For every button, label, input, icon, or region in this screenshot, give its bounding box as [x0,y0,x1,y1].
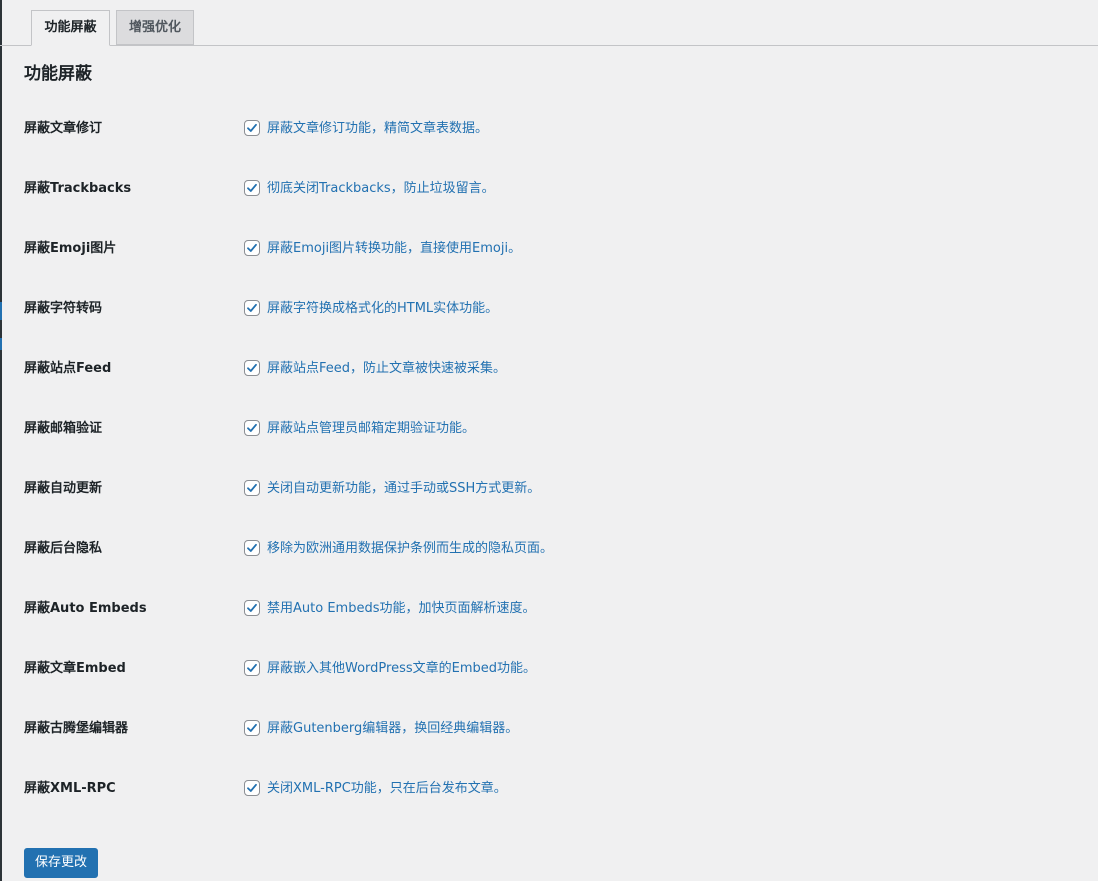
checkmark-icon [247,543,257,552]
checkmark-icon [247,123,257,132]
setting-description[interactable]: 移除为欧洲通用数据保护条例而生成的隐私页面。 [267,539,553,559]
setting-label: 屏蔽XML-RPC [24,781,116,796]
setting-row-privacy: 屏蔽后台隐私 移除为欧洲通用数据保护条例而生成的隐私页面。 [0,537,1098,561]
setting-row-char-encoding: 屏蔽字符转码 屏蔽字符换成格式化的HTML实体功能。 [0,297,1098,321]
checkmark-icon [247,783,257,792]
setting-checkbox[interactable] [244,360,260,376]
setting-row-post-embed: 屏蔽文章Embed 屏蔽嵌入其他WordPress文章的Embed功能。 [0,657,1098,681]
tab-label: 功能屏蔽 [44,20,97,35]
tab-label: 增强优化 [128,20,181,35]
setting-label: 屏蔽站点Feed [24,361,112,376]
setting-checkbox[interactable] [244,240,260,256]
setting-checkbox[interactable] [244,420,260,436]
setting-checkbox[interactable] [244,300,260,316]
setting-description[interactable]: 关闭自动更新功能，通过手动或SSH方式更新。 [267,479,540,499]
setting-description[interactable]: 屏蔽Emoji图片转换功能，直接使用Emoji。 [267,239,521,259]
setting-description[interactable]: 屏蔽站点Feed，防止文章被快速被采集。 [267,359,506,379]
setting-row-trackbacks: 屏蔽Trackbacks 彻底关闭Trackbacks，防止垃圾留言。 [0,177,1098,201]
setting-description[interactable]: 关闭XML-RPC功能，只在后台发布文章。 [267,779,507,799]
tab-function-block[interactable]: 功能屏蔽 [31,10,110,46]
save-changes-button[interactable]: 保存更改 [24,848,98,878]
setting-label: 屏蔽后台隐私 [24,541,103,556]
checkmark-icon [247,603,257,612]
checkmark-icon [247,303,257,312]
checkmark-icon [247,723,257,732]
setting-checkbox[interactable] [244,480,260,496]
setting-row-auto-embeds: 屏蔽Auto Embeds 禁用Auto Embeds功能，加快页面解析速度。 [0,597,1098,621]
checkmark-icon [247,423,257,432]
setting-row-emoji: 屏蔽Emoji图片 屏蔽Emoji图片转换功能，直接使用Emoji。 [0,237,1098,261]
setting-label: 屏蔽字符转码 [24,301,103,316]
setting-description[interactable]: 屏蔽Gutenberg编辑器，换回经典编辑器。 [267,719,518,739]
checkmark-icon [247,663,257,672]
settings-tabs: 功能屏蔽 增强优化 [0,0,1098,46]
tab-baseline [0,45,1098,46]
menu-indicator [0,338,2,350]
setting-label: 屏蔽古腾堡编辑器 [24,721,129,736]
setting-checkbox[interactable] [244,660,260,676]
setting-label: 屏蔽邮箱验证 [24,421,103,436]
setting-checkbox[interactable] [244,180,260,196]
setting-label: 屏蔽自动更新 [24,481,103,496]
setting-row-auto-update: 屏蔽自动更新 关闭自动更新功能，通过手动或SSH方式更新。 [0,477,1098,501]
setting-label: 屏蔽文章修订 [24,121,103,136]
setting-description[interactable]: 禁用Auto Embeds功能，加快页面解析速度。 [267,599,535,619]
checkmark-icon [247,363,257,372]
setting-description[interactable]: 彻底关闭Trackbacks，防止垃圾留言。 [267,179,495,199]
setting-row-feed: 屏蔽站点Feed 屏蔽站点Feed，防止文章被快速被采集。 [0,357,1098,381]
setting-label: 屏蔽Trackbacks [24,181,132,196]
checkmark-icon [247,243,257,252]
setting-checkbox[interactable] [244,720,260,736]
setting-row-gutenberg: 屏蔽古腾堡编辑器 屏蔽Gutenberg编辑器，换回经典编辑器。 [0,717,1098,741]
setting-description[interactable]: 屏蔽站点管理员邮箱定期验证功能。 [267,419,475,439]
setting-checkbox[interactable] [244,540,260,556]
checkmark-icon [247,483,257,492]
setting-description[interactable]: 屏蔽嵌入其他WordPress文章的Embed功能。 [267,659,536,679]
tab-enhance-optimize[interactable]: 增强优化 [116,10,194,45]
setting-row-xml-rpc: 屏蔽XML-RPC 关闭XML-RPC功能，只在后台发布文章。 [0,777,1098,801]
setting-checkbox[interactable] [244,780,260,796]
setting-description[interactable]: 屏蔽字符换成格式化的HTML实体功能。 [267,299,498,319]
setting-row-revisions: 屏蔽文章修订 屏蔽文章修订功能，精简文章表数据。 [0,117,1098,141]
setting-label: 屏蔽Auto Embeds [24,601,147,616]
setting-description[interactable]: 屏蔽文章修订功能，精简文章表数据。 [267,119,488,139]
checkmark-icon [247,183,257,192]
section-title: 功能屏蔽 [24,64,92,84]
setting-checkbox[interactable] [244,600,260,616]
setting-label: 屏蔽Emoji图片 [24,241,117,256]
setting-label: 屏蔽文章Embed [24,661,126,676]
setting-row-email-verify: 屏蔽邮箱验证 屏蔽站点管理员邮箱定期验证功能。 [0,417,1098,441]
setting-checkbox[interactable] [244,120,260,136]
